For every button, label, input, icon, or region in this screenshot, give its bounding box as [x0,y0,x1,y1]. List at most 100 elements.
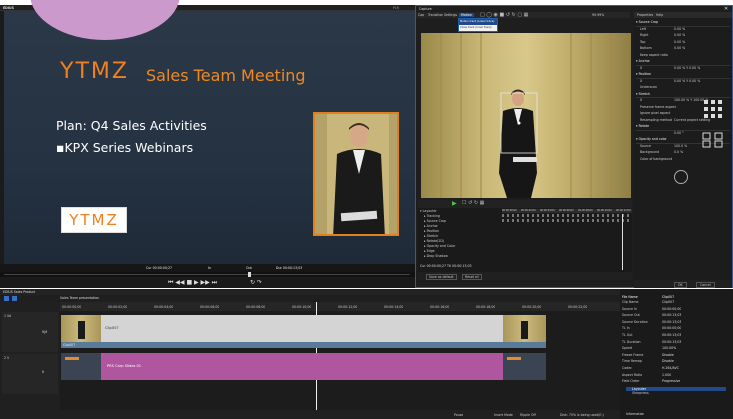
stretch-icons[interactable] [702,132,724,148]
clip-thumb-end [503,315,546,342]
prop-value[interactable]: 0.00 % [674,46,685,53]
video-clip-clip007[interactable]: Clip007 [61,315,546,342]
tab-help[interactable]: Help [656,13,663,17]
info-row: Source Out 00:00:13;03 [622,313,730,320]
prop-value[interactable]: 0.00 % Y 0.00 % [674,66,700,73]
menu-motion[interactable]: Motion [459,13,474,17]
ruler-tick-label: 00:00:18;00 [476,305,496,309]
mode-icon[interactable] [4,296,9,301]
ruler-tick-label: 00:00:02;00 [108,305,128,309]
rotate-dial[interactable] [674,170,688,184]
cancel-button[interactable]: Cancel [696,282,715,288]
timeline-ruler[interactable]: 00:00:00;00 00:00:02;00 00:00:04;00 00:00:0… [60,302,620,311]
layouter-preview[interactable] [421,33,631,198]
info-key: Speed [622,346,632,351]
ruler-tick-label: 00:00:00;00 [62,305,82,309]
track-header-2[interactable]: 2 V V [2,354,58,394]
sequence-name[interactable]: Sales Team presentation [60,296,99,300]
video-clip-slides[interactable]: PRS Corp Slides 01 [61,353,546,380]
status-ripple: Ripple Off [520,413,536,417]
info-row: Codec H.264/AVC [622,366,730,373]
audio-clip-clip007[interactable]: Clip007 [61,342,546,348]
keyframe-ruler[interactable]: 00:00:00;00 00:00:02;00 00:00:04;00 00:00:0… [502,209,632,213]
effect-sharpness[interactable]: Sharpness [626,391,726,395]
info-row: TL Duration 00:00:13;03 [622,340,730,347]
menu-settings[interactable]: Settings [444,13,457,17]
info-key: Source Duration [622,319,648,324]
ruler-tick-label: 00:00:16;00 [430,305,450,309]
status-insert: Insert Mode [494,413,513,417]
reset-all-button[interactable]: Reset all [462,274,482,280]
layer-list: ▾ Layouter ▸ Tracking ▸ Source Crop ▸ Ancho… [420,209,500,259]
menu-cap[interactable]: Cap [418,13,424,17]
play-controls-icon[interactable]: ⏮ ◀◀ ■ ▶ ▶▶ ⏭ [168,279,217,287]
ok-button[interactable]: OK [674,282,687,288]
ruler-tick-label: 00:00:10;00 [292,305,312,309]
info-key: TL In [622,326,630,331]
keyframe-tick-label: 00:00:06;00 [559,209,574,212]
player-transport: ⏮ ◀◀ ■ ▶ ▶▶ ⏭ ↻ ↷ [0,277,415,288]
keyframe-tick-label: 00:00:12;00 [616,209,631,212]
clip-name: Clip007 [105,326,119,330]
speaker-photo [313,112,399,236]
tab-properties[interactable]: Properties [637,13,653,17]
ruler-tick-label: 00:00:22;00 [568,305,588,309]
info-value: 100.00% [662,346,677,351]
info-value: Disable [662,359,674,364]
info-key: TL Out [622,332,633,337]
player-timecode-bar: Cur 00:00:00;27 In Out Dur 00:00:13;03 [0,264,415,272]
prop-value[interactable]: 0.00 % Y 0.00 % [674,79,700,86]
keyframe-tool-icons[interactable]: ☐ ↺ ↻ ▦ [462,200,484,206]
keyframe-play-icon[interactable]: ▶ [452,200,457,207]
prop-row[interactable]: Color of background [636,157,730,164]
status-bar: Pause Insert Mode Ripple Off Disk: 75% i… [0,410,620,419]
layout-icon[interactable] [12,296,17,301]
info-value: 00:00:13;03 [662,319,682,324]
ruler-tick-label: 00:00:08;00 [246,305,266,309]
information-panel: File Name Clip007 Clip Name Clip007 Source… [620,289,733,419]
info-value: Disable [662,352,674,357]
clip-thumb-start [61,315,101,342]
slide-thumb-start [61,353,101,380]
track-2-sub: V [42,370,45,374]
info-value: Clip007 [662,300,675,304]
player-label: PLR [393,6,399,10]
anchor-grid-icon[interactable] [702,98,724,120]
player-out-label: Out [246,266,252,270]
save-default-button[interactable]: Save as default [426,274,457,280]
player-in-label: In [208,266,211,270]
status-pause: Pause [454,413,464,417]
prop-value[interactable]: 0.0 % [674,150,683,157]
track-headers: 1 VA V|A 2 V V [0,302,60,419]
info-row: Speed 100.00% [622,346,730,353]
prop-value[interactable]: 0.00 ° [674,131,684,138]
info-key: Aspect Ratio [622,372,643,377]
keyframe-panel: ▶ ☐ ↺ ↻ ▦ ▾ Layouter ▸ Tracking ▸ Source C… [418,200,632,280]
zoom-level[interactable]: 99.99% [592,13,604,17]
slide-bottom-logo-text: YTMZ [69,211,119,229]
info-key: Codec [622,365,632,370]
info-value: 00:00:13;03 [662,313,682,318]
app-title: EDIUS [3,6,14,10]
track-header-1[interactable]: 1 VA V|A [2,312,58,352]
layer-item[interactable]: ▸ Drop Shadow [420,254,500,259]
dropdown-item-inner[interactable]: Close track (Inner trace) [459,25,497,31]
info-row: Source In 00:00:00;00 [622,307,730,314]
info-value: H.264/AVC [662,365,679,370]
info-value: 00:00:00;00 [662,326,682,331]
loop-icon[interactable]: ↻ ↷ [250,279,262,286]
keyframe-tracks[interactable] [502,214,632,270]
info-row: Aspect Ratio 1.000 [622,373,730,380]
info-row: TL Out 00:00:13;03 [622,333,730,340]
player-cur-timecode: Cur 00:00:00;27 [146,266,173,270]
ruler-tick-label: 00:00:14;00 [384,305,404,309]
menu-transition[interactable]: Transition [428,13,443,17]
info-value: 1.000 [662,372,672,377]
keyframe-tick-label: 00:00:08;00 [578,209,593,212]
info-rows: File Name Clip007 Clip Name Clip007 Source… [622,295,730,386]
prop-label: Color of background [640,156,673,161]
player-dur-timecode: Dur 00:00:13;03 [276,266,303,270]
info-key: Time Remap [622,359,642,364]
slide-clip-name: PRS Corp Slides 01 [107,364,142,368]
keyframe-tick-label: 00:00:00;00 [502,209,517,212]
